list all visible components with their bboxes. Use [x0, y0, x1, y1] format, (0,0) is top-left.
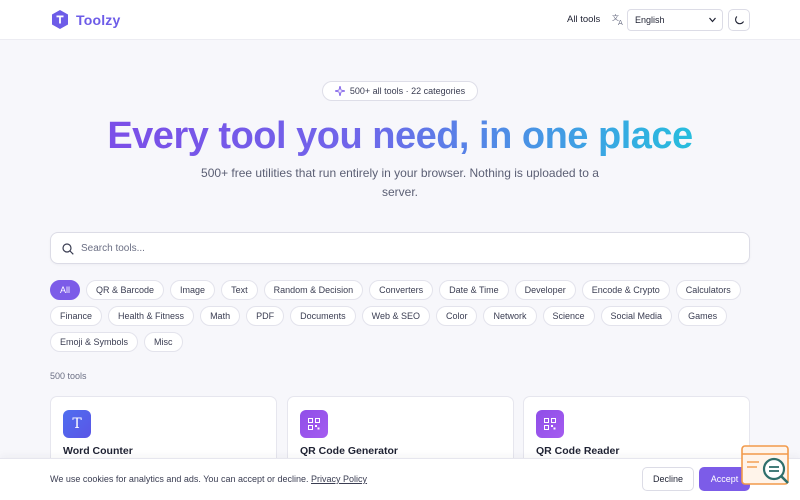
top-header: Toolzy All tools 文 A English — [0, 0, 800, 40]
search-input[interactable] — [81, 233, 741, 263]
category-chip-image[interactable]: Image — [170, 280, 216, 300]
category-chip-converters[interactable]: Converters — [369, 280, 434, 300]
search-icon — [62, 243, 74, 255]
theme-toggle-button[interactable] — [728, 9, 750, 31]
privacy-policy-link[interactable]: Privacy Policy — [311, 474, 367, 484]
category-chip-developer[interactable]: Developer — [514, 280, 576, 300]
language-select[interactable]: English — [627, 9, 723, 31]
category-chip-math[interactable]: Math — [200, 306, 241, 326]
category-chip-documents[interactable]: Documents — [290, 306, 356, 326]
cookie-message: We use cookies for analytics and ads. Yo… — [50, 474, 367, 484]
svg-text:A: A — [618, 19, 623, 25]
nav-all-tools-link[interactable]: All tools — [567, 14, 600, 25]
qr-code-icon — [536, 410, 564, 438]
tool-card-title: Word Counter — [63, 445, 133, 457]
category-chip-web-seo[interactable]: Web & SEO — [361, 306, 430, 326]
category-filter: All QR & Barcode Image Text Random & Dec… — [50, 280, 760, 358]
category-chip-all[interactable]: All — [50, 280, 81, 300]
category-chip-health-fitness[interactable]: Health & Fitness — [108, 306, 195, 326]
translate-icon: 文 A — [612, 13, 623, 25]
tool-card-title: QR Code Generator — [300, 445, 399, 457]
category-chip-random-decision[interactable]: Random & Decision — [263, 280, 364, 300]
hero-subtitle: 500+ free utilities that run entirely in… — [201, 166, 599, 199]
logo-hexagon-icon — [52, 10, 68, 29]
decline-button[interactable]: Decline — [642, 467, 694, 491]
feedback-widget-icon[interactable] — [741, 445, 791, 487]
qr-code-icon — [300, 410, 328, 438]
category-row-1: All QR & Barcode Image Text Random & Dec… — [50, 280, 760, 300]
category-chip-text[interactable]: Text — [221, 280, 258, 300]
tool-card-title: QR Code Reader — [536, 445, 620, 457]
category-chip-qr-barcode[interactable]: QR & Barcode — [86, 280, 165, 300]
category-chip-science[interactable]: Science — [542, 306, 595, 326]
sparkle-icon — [334, 86, 345, 96]
cookie-consent-bar: We use cookies for analytics and ads. Yo… — [0, 458, 800, 500]
category-chip-misc[interactable]: Misc — [144, 332, 183, 352]
category-row-2: Finance Health & Fitness Math PDF Docume… — [50, 306, 760, 326]
category-chip-network[interactable]: Network — [483, 306, 537, 326]
category-chip-calculators[interactable]: Calculators — [675, 280, 741, 300]
moon-icon — [734, 15, 744, 24]
category-chip-finance[interactable]: Finance — [50, 306, 103, 326]
tool-count: 500 tools — [50, 371, 87, 381]
language-select-value: English — [635, 15, 665, 25]
category-chip-date-time[interactable]: Date & Time — [439, 280, 509, 300]
category-chip-games[interactable]: Games — [678, 306, 728, 326]
brand-logo[interactable]: Toolzy — [52, 10, 121, 29]
hero-title: Every tool you need, in one place — [0, 112, 800, 160]
category-chip-emoji-symbols[interactable]: Emoji & Symbols — [50, 332, 139, 352]
category-chip-pdf[interactable]: PDF — [246, 306, 285, 326]
hero-badge: 500+ all tools · 22 categories — [322, 81, 478, 101]
text-t-icon: T — [63, 410, 91, 438]
category-chip-color[interactable]: Color — [435, 306, 478, 326]
cookie-message-text: We use cookies for analytics and ads. Yo… — [50, 474, 309, 484]
category-row-3: Emoji & Symbols Misc — [50, 332, 760, 352]
hero-badge-text: 500+ all tools · 22 categories — [349, 86, 466, 96]
chevron-down-icon — [709, 17, 716, 23]
category-chip-social-media[interactable]: Social Media — [600, 306, 673, 326]
brand-name: Toolzy — [76, 11, 121, 28]
tool-search-box[interactable] — [50, 232, 750, 264]
category-chip-encode-crypto[interactable]: Encode & Crypto — [581, 280, 670, 300]
